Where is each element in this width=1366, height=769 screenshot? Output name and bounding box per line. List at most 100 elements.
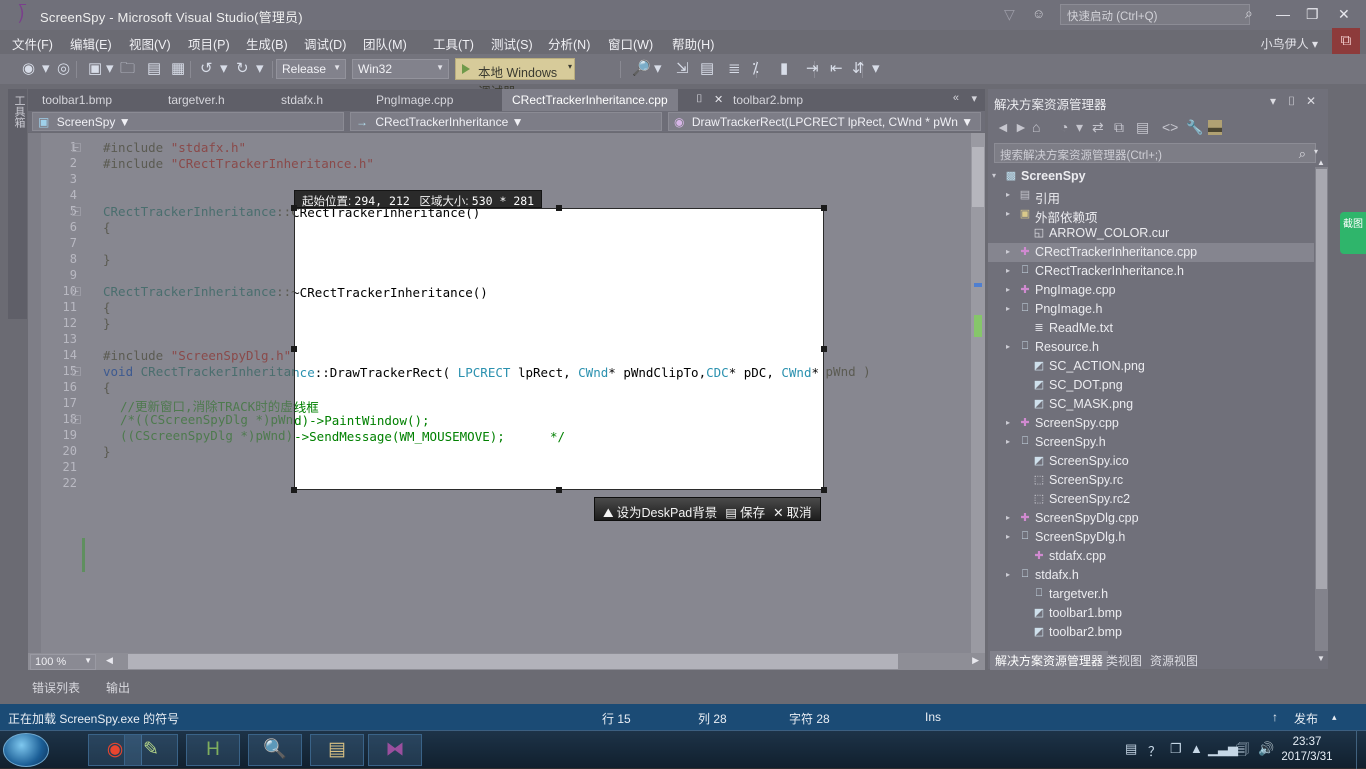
taskbar-editor[interactable]: ✎ — [124, 734, 178, 766]
solution-explorer-scrollbar[interactable]: ▲ ▼ — [1315, 158, 1328, 663]
solution-tree-item[interactable]: ▸ ✚ ScreenSpy.cpp — [988, 414, 1314, 433]
solution-tree-item[interactable]: ▸ ▤ 引用 — [988, 186, 1314, 206]
member-dropdown[interactable]: ◉ DrawTrackerRect(LPCRECT lpRect, CWnd *… — [668, 112, 981, 131]
navigate-forward-icon[interactable]: ◎ — [57, 60, 70, 77]
close-icon[interactable]: ✕ — [714, 93, 723, 106]
solution-tree-item[interactable]: ◩ SC_ACTION.png — [988, 357, 1314, 376]
side-capture-tag[interactable]: 截图 — [1340, 212, 1366, 254]
solution-tree-item[interactable]: ⬚ ScreenSpy.rc — [988, 471, 1314, 490]
capture-resize-handle[interactable] — [821, 487, 827, 493]
find-in-files-icon[interactable]: 🔎 — [632, 60, 651, 77]
chevron-right-icon[interactable]: ▸ — [1006, 532, 1010, 541]
scroll-right-icon[interactable]: ▶ — [972, 655, 979, 666]
taskbar-search[interactable]: 🔍 — [248, 734, 302, 766]
feedback-icon[interactable]: ☺ — [1032, 6, 1045, 21]
open-file-icon[interactable]: 🗀 — [120, 60, 135, 77]
menu-item-5[interactable]: 生成(B) — [246, 34, 288, 53]
capture-resize-handle[interactable] — [291, 346, 297, 352]
chevron-right-icon[interactable]: ▸ — [1006, 247, 1010, 256]
publish-button[interactable]: 发布 — [1294, 710, 1318, 727]
tab-scroll-prev-icon[interactable]: « — [953, 92, 959, 104]
sync-icon[interactable]: ⇄ — [1092, 120, 1104, 135]
quick-launch-input[interactable]: 快速启动 (Ctrl+Q) — [1060, 4, 1250, 25]
type-dropdown[interactable]: → CRectTrackerInheritance ▼ — [350, 112, 662, 131]
taskbar-h-app[interactable]: H — [186, 734, 240, 766]
solution-explorer-tab[interactable]: 解决方案资源管理器 — [990, 651, 1109, 670]
capture-resize-handle[interactable] — [556, 205, 562, 211]
comment-icon[interactable]: ⁒ — [752, 60, 759, 77]
chevron-right-icon[interactable]: ▸ — [1006, 266, 1010, 275]
chevron-right-icon[interactable]: ▸ — [1006, 209, 1010, 218]
bookmark-icon[interactable]: ▮ — [780, 60, 788, 77]
properties-icon[interactable]: ▤ — [1136, 120, 1149, 135]
search-icon[interactable]: ⌕ — [1245, 5, 1253, 22]
menu-item-4[interactable]: 项目(P) — [188, 34, 230, 53]
tray-window-icon[interactable]: ❐ — [1170, 741, 1182, 757]
solution-tree-item[interactable]: ≣ ReadMe.txt — [988, 319, 1314, 338]
chevron-right-icon[interactable]: ▸ — [1006, 285, 1010, 294]
start-button[interactable] — [3, 733, 49, 767]
solution-explorer-tab[interactable]: 类视图 — [1101, 651, 1147, 670]
taskbar-clock[interactable]: 23:37 2017/3/31 — [1270, 735, 1344, 765]
solution-tree-item[interactable]: ◩ ScreenSpy.ico — [988, 452, 1314, 471]
solution-tree-item[interactable]: ▸ ⎕ ScreenSpyDlg.h — [988, 528, 1314, 547]
pending-changes-dropdown-icon[interactable]: ▾ — [1076, 120, 1083, 135]
document-tab[interactable]: targetver.h — [158, 89, 235, 111]
taskbar-visual-studio[interactable]: ⧓ — [368, 734, 422, 766]
save-icon[interactable]: ▤ — [147, 60, 161, 77]
solution-explorer-tab[interactable]: 资源视图 — [1145, 651, 1203, 670]
properties-wrench-icon[interactable]: 🔧 — [1186, 120, 1203, 135]
collapse-all-icon[interactable]: ⧉ — [1114, 120, 1124, 135]
pin-icon[interactable]: ⌷ — [696, 93, 703, 106]
start-debugging-button[interactable]: 本地 Windows 调试器 ▾ — [455, 58, 575, 99]
back-icon[interactable]: ◄ — [996, 120, 1010, 135]
solution-tree-item[interactable]: ▾ ▩ ScreenSpy — [988, 167, 1314, 186]
solution-explorer-search-input[interactable]: 搜索解决方案资源管理器(Ctrl+;) — [994, 143, 1316, 163]
search-icon[interactable]: ⌕ — [1299, 146, 1306, 162]
preview-selected-icon[interactable]: ▬ — [1208, 120, 1222, 135]
menu-item-8[interactable]: 工具(T) — [433, 34, 474, 53]
capture-resize-handle[interactable] — [556, 487, 562, 493]
cancel-capture-button[interactable]: 取消 — [787, 506, 812, 520]
chevron-down-icon[interactable]: ▾ — [1314, 147, 1318, 156]
chevron-right-icon[interactable]: ▸ — [1006, 437, 1010, 446]
chevron-right-icon[interactable]: ▸ — [1006, 513, 1010, 522]
toolbox-dock-tab[interactable]: 工具箱 — [8, 89, 27, 319]
window-layout-icon[interactable]: ▤ — [700, 60, 714, 77]
new-project-dropdown-icon[interactable]: ▾ — [106, 60, 114, 77]
editor-vertical-scrollbar[interactable] — [971, 133, 985, 653]
set-deskpad-background-button[interactable]: 设为DeskPad背景 — [617, 506, 718, 520]
new-project-icon[interactable]: ▣ — [88, 60, 102, 77]
undo-icon[interactable]: ↺ — [200, 60, 213, 77]
menu-item-9[interactable]: 测试(S) — [491, 34, 533, 53]
maximize-button[interactable]: ❐ — [1306, 7, 1319, 21]
solution-tree-item[interactable]: ▸ ▣ 外部依赖项 — [988, 205, 1314, 225]
solution-tree-item[interactable]: ▸ ✚ CRectTrackerInheritance.cpp — [988, 243, 1314, 262]
redo-icon[interactable]: ↻ — [236, 60, 249, 77]
fold-toggle-icon[interactable]: − — [72, 287, 81, 296]
chevron-right-icon[interactable]: ▸ — [1006, 418, 1010, 427]
menu-item-1[interactable]: 文件(F) — [12, 34, 53, 53]
solution-tree-item[interactable]: ✚ stdafx.cpp — [988, 547, 1314, 566]
pane-dropdown-icon[interactable]: ▾ — [1270, 94, 1276, 108]
tab-overflow-menu-icon[interactable]: ▾ — [971, 92, 977, 105]
chevron-right-icon[interactable]: ▸ — [1006, 570, 1010, 579]
solution-tree-item[interactable]: ⎕ targetver.h — [988, 585, 1314, 604]
bookmark-prev-icon[interactable]: ⇤ — [830, 60, 843, 77]
scrollbar-thumb[interactable] — [972, 147, 984, 207]
redo-dropdown-icon[interactable]: ▾ — [256, 60, 264, 77]
taskbar-files[interactable]: ▤ — [310, 734, 364, 766]
menu-item-3[interactable]: 视图(V) — [129, 34, 171, 53]
filter-icon[interactable]: ▽ — [1004, 6, 1015, 23]
chevron-right-icon[interactable]: ▸ — [1006, 304, 1010, 313]
capture-resize-handle[interactable] — [291, 487, 297, 493]
menu-item-7[interactable]: 团队(M) — [363, 34, 407, 53]
document-tab[interactable]: CRectTrackerInheritance.cpp — [502, 89, 678, 111]
menu-item-12[interactable]: 帮助(H) — [672, 34, 714, 53]
solution-tree-item[interactable]: ▸ ✚ ScreenSpyDlg.cpp — [988, 509, 1314, 528]
chevron-right-icon[interactable]: ▸ — [1006, 342, 1010, 351]
document-tab[interactable]: stdafx.h — [271, 89, 333, 111]
solution-tree-item[interactable]: ▸ ⎕ Resource.h — [988, 338, 1314, 357]
document-tab[interactable]: PngImage.cpp — [366, 89, 463, 111]
toolbar-overflow-icon[interactable]: ▾ — [872, 60, 880, 77]
